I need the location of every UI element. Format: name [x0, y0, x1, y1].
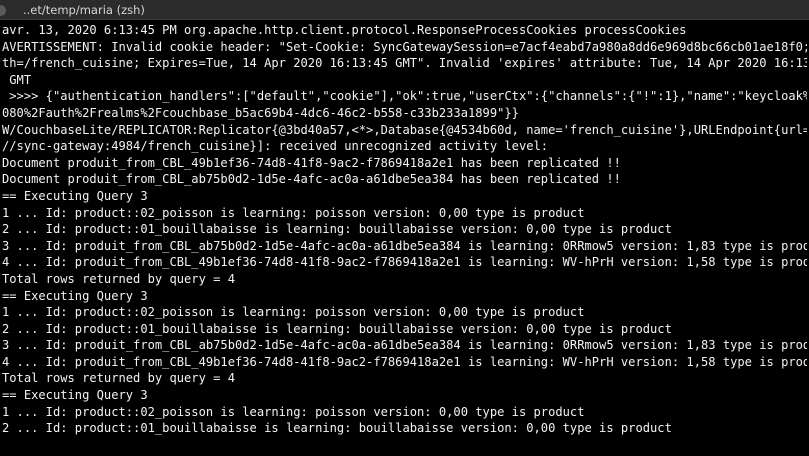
terminal-line: //sync-gateway:4984/french_cuisine}]: re… — [2, 139, 549, 154]
window-title: ..et/temp/maria (zsh) — [23, 3, 145, 17]
close-window-icon[interactable] — [0, 5, 6, 16]
title-bar[interactable]: ..et/temp/maria (zsh) — [0, 0, 809, 20]
terminal-line: 2 ... Id: product::01_bouillabaisse is l… — [2, 321, 672, 336]
terminal-line: avr. 13, 2020 6:13:45 PM org.apache.http… — [2, 23, 687, 37]
terminal-line: 1 ... Id: product::02_poisson is learnin… — [2, 305, 585, 320]
terminal-line: 080%2Fauth%2Frealms%2Fcouchbase_b5ac69b4… — [2, 105, 519, 120]
terminal-line: 4 ... Id: produit_from_CBL_49b1ef36-74d8… — [2, 255, 807, 270]
terminal-line: == Executing Query 3 — [2, 288, 148, 303]
terminal-output[interactable]: avr. 13, 2020 6:13:45 PM org.apache.http… — [2, 22, 807, 456]
terminal-line: Document produit_from_CBL_ab75b0d2-1d5e-… — [2, 172, 621, 187]
terminal-window: ..et/temp/maria (zsh) avr. 13, 2020 6:13… — [0, 0, 809, 456]
terminal-line: W/CouchbaseLite/REPLICATOR:Replicator{@3… — [2, 122, 807, 137]
terminal-line: GMT — [2, 72, 32, 87]
terminal-line: 3 ... Id: produit_from_CBL_ab75b0d2-1d5e… — [2, 338, 807, 353]
terminal-line: == Executing Query 3 — [2, 388, 148, 403]
terminal-line: 4 ... Id: produit_from_CBL_49b1ef36-74d8… — [2, 354, 807, 369]
terminal-line: 2 ... Id: product::01_bouillabaisse is l… — [2, 421, 672, 436]
terminal-line: == Executing Query 3 — [2, 188, 148, 203]
terminal-line: 3 ... Id: produit_from_CBL_ab75b0d2-1d5e… — [2, 238, 807, 253]
terminal-line: >>>> {"authentication_handlers":["defaul… — [2, 89, 807, 104]
terminal-line: Document produit_from_CBL_49b1ef36-74d8-… — [2, 155, 621, 170]
terminal-line: th=/french_cuisine; Expires=Tue, 14 Apr … — [2, 56, 807, 71]
terminal-line: Total rows returned by query = 4 — [2, 371, 235, 386]
terminal-line: Total rows returned by query = 4 — [2, 271, 235, 286]
terminal-line: 1 ... Id: product::02_poisson is learnin… — [2, 205, 585, 220]
terminal-line: 1 ... Id: product::02_poisson is learnin… — [2, 404, 585, 419]
terminal-line: 2 ... Id: product::01_bouillabaisse is l… — [2, 222, 672, 237]
terminal-line: AVERTISSEMENT: Invalid cookie header: "S… — [2, 39, 807, 54]
